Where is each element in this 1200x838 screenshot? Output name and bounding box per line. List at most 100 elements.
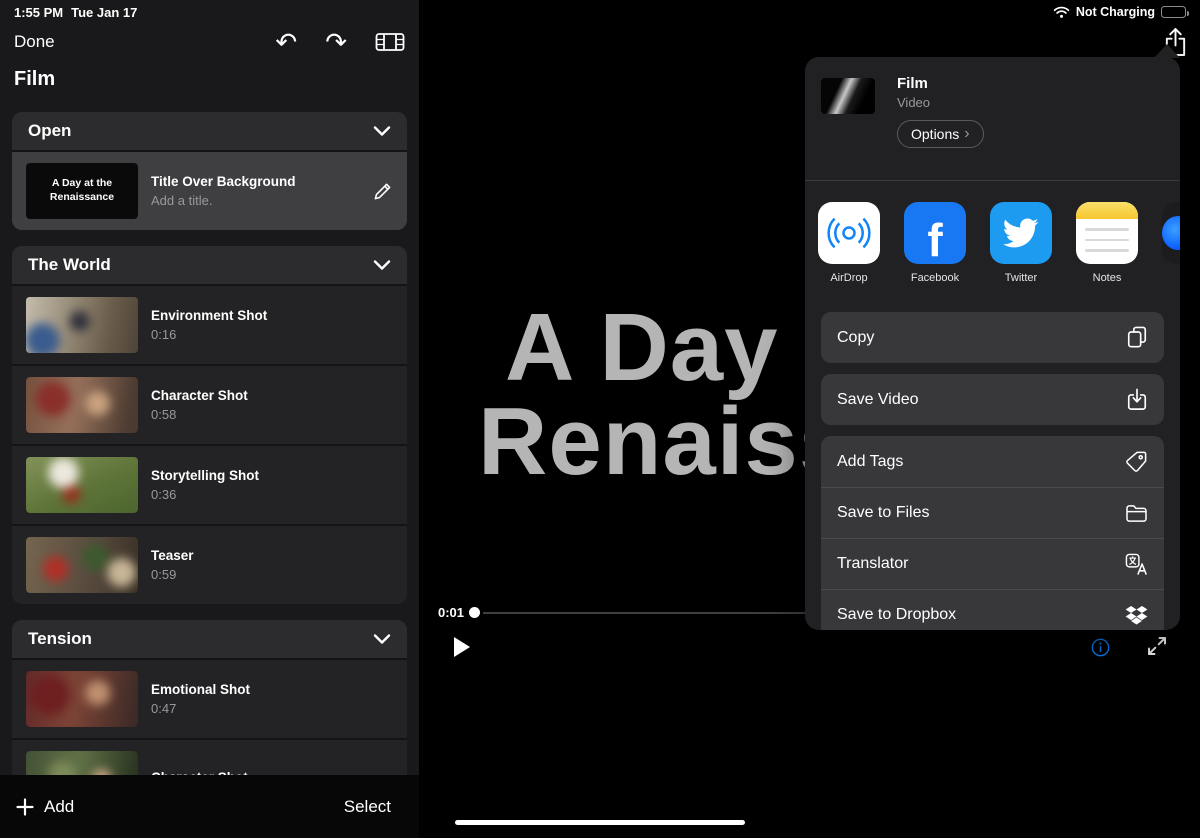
clip-thumbnail: [26, 377, 138, 433]
popover-arrow: [1154, 44, 1180, 58]
section-header-tension[interactable]: Tension: [12, 620, 407, 658]
clip-settings-icon[interactable]: [375, 30, 405, 54]
clip-duration: 0:16: [151, 327, 177, 342]
action-group-save-video: Save Video: [821, 374, 1164, 425]
share-target-label: AirDrop: [830, 272, 868, 284]
clip-duration: 0:47: [151, 701, 177, 716]
add-button[interactable]: Add: [16, 797, 74, 817]
share-sheet: Film Video Options › AirDrop f Facebook …: [805, 57, 1180, 630]
fullscreen-icon[interactable]: [1146, 635, 1168, 657]
playhead-time: 0:01: [438, 605, 465, 620]
chevron-down-icon: [373, 260, 391, 270]
clip-thumbnail: [26, 297, 138, 353]
translate-icon: [1125, 553, 1148, 576]
section-title: Open: [28, 121, 72, 140]
clip-title: Character Shot: [151, 388, 248, 403]
copy-icon: [1126, 325, 1148, 350]
battery-status-text: Not Charging: [1075, 5, 1155, 19]
twitter-icon: [990, 202, 1052, 264]
notes-icon: [1076, 202, 1138, 264]
dropbox-icon: [1125, 605, 1148, 626]
share-target-label: Twitter: [1004, 272, 1038, 284]
clip-thumbnail: A Day at the Renaissance: [26, 163, 138, 219]
clip-title: Storytelling Shot: [151, 468, 259, 483]
action-label: Save Video: [837, 390, 919, 408]
section-header-the-world[interactable]: The World: [12, 246, 407, 284]
thumb-text-line2: Renaissance: [49, 191, 115, 203]
share-target-facebook[interactable]: f Facebook: [904, 202, 966, 312]
share-target-partial[interactable]: K: [1162, 202, 1180, 312]
clip-thumbnail: [26, 457, 138, 513]
clip-item-character-shot-2[interactable]: Character Shot: [12, 738, 407, 775]
clip-duration: 0:36: [151, 487, 177, 502]
clip-item-environment-shot[interactable]: Environment Shot 0:16: [12, 284, 407, 364]
save-video-action[interactable]: Save Video: [821, 374, 1164, 425]
clip-title: Emotional Shot: [151, 682, 250, 697]
clip-thumbnail: [26, 671, 138, 727]
action-label: Translator: [837, 555, 909, 572]
share-target-twitter[interactable]: Twitter: [990, 202, 1052, 312]
scrubber-handle[interactable]: [469, 607, 480, 618]
sidebar: Done ↶ ↷ Film Open A Day at the Renaissa…: [0, 0, 420, 838]
play-button[interactable]: [452, 635, 472, 659]
edit-pencil-icon[interactable]: [372, 181, 393, 202]
action-group-copy: Copy: [821, 312, 1164, 363]
info-icon[interactable]: [1091, 638, 1110, 657]
page-title: Film: [14, 68, 56, 90]
clip-duration: 0:59: [151, 567, 177, 582]
thumb-text-line1: A Day at the: [51, 177, 113, 190]
clip-item-emotional-shot[interactable]: Emotional Shot 0:47: [12, 658, 407, 738]
save-to-dropbox-action[interactable]: Save to Dropbox: [821, 589, 1164, 630]
section-open: Open A Day at the Renaissance Title Over…: [12, 112, 407, 230]
chevron-down-icon: [373, 126, 391, 136]
clip-item-character-shot[interactable]: Character Shot 0:58: [12, 364, 407, 444]
copy-action[interactable]: Copy: [821, 312, 1164, 363]
redo-icon[interactable]: ↷: [325, 29, 347, 55]
app-icon-partial: [1162, 202, 1180, 264]
sidebar-toolbar: Done ↶ ↷: [14, 28, 405, 56]
section-header-open[interactable]: Open: [12, 112, 407, 150]
share-target-notes[interactable]: Notes: [1076, 202, 1138, 312]
clip-subtitle: Add a title.: [151, 193, 213, 208]
screen: 1:55 PM Tue Jan 17 Not Charging A Day at…: [0, 0, 1200, 838]
share-target-airdrop[interactable]: AirDrop: [818, 202, 880, 312]
chevron-right-icon: ›: [964, 125, 970, 142]
action-label: Copy: [837, 328, 875, 346]
save-to-files-action[interactable]: Save to Files: [821, 487, 1164, 538]
clip-title: Title Over Background: [151, 174, 296, 189]
select-button[interactable]: Select: [344, 797, 403, 817]
tag-icon: [1125, 450, 1148, 473]
section-the-world: The World Environment Shot 0:16 Characte…: [12, 246, 407, 604]
action-label: Save to Dropbox: [837, 606, 957, 623]
clip-title: Environment Shot: [151, 308, 268, 323]
undo-icon[interactable]: ↶: [275, 29, 297, 55]
airdrop-icon: [818, 202, 880, 264]
sidebar-bottom-bar: Add Select: [0, 775, 419, 838]
clip-thumbnail: [26, 537, 138, 593]
done-button[interactable]: Done: [14, 32, 55, 52]
clip-item-teaser[interactable]: Teaser 0:59: [12, 524, 407, 604]
folder-icon: [1125, 504, 1148, 523]
status-time: 1:55 PM: [14, 4, 64, 20]
share-item-subtitle: Video: [897, 95, 931, 110]
share-item-thumbnail: [821, 78, 875, 114]
clip-list: Open A Day at the Renaissance Title Over…: [0, 112, 419, 775]
facebook-icon: f: [904, 202, 966, 264]
status-bar: 1:55 PM Tue Jan 17 Not Charging: [0, 0, 1200, 24]
section-title: The World: [28, 255, 111, 274]
options-button[interactable]: Options ›: [897, 120, 984, 148]
clip-item-title-over-background[interactable]: A Day at the Renaissance Title Over Back…: [12, 150, 407, 230]
share-target-label: Facebook: [910, 272, 960, 284]
action-label: Save to Files: [837, 504, 930, 521]
section-tension: Tension Emotional Shot 0:47 Character: [12, 620, 407, 775]
options-label: Options: [911, 126, 960, 142]
clip-item-storytelling-shot[interactable]: Storytelling Shot 0:36: [12, 444, 407, 524]
home-indicator[interactable]: [455, 820, 745, 825]
status-date: Tue Jan 17: [71, 4, 138, 20]
share-sheet-header: Film Video Options ›: [805, 57, 1180, 180]
share-targets-row: AirDrop f Facebook Twitter Notes: [805, 181, 1180, 312]
add-tags-action[interactable]: Add Tags: [821, 436, 1164, 487]
plus-icon: [16, 797, 34, 816]
share-target-label: Notes: [1092, 272, 1122, 284]
translator-action[interactable]: Translator: [821, 538, 1164, 589]
